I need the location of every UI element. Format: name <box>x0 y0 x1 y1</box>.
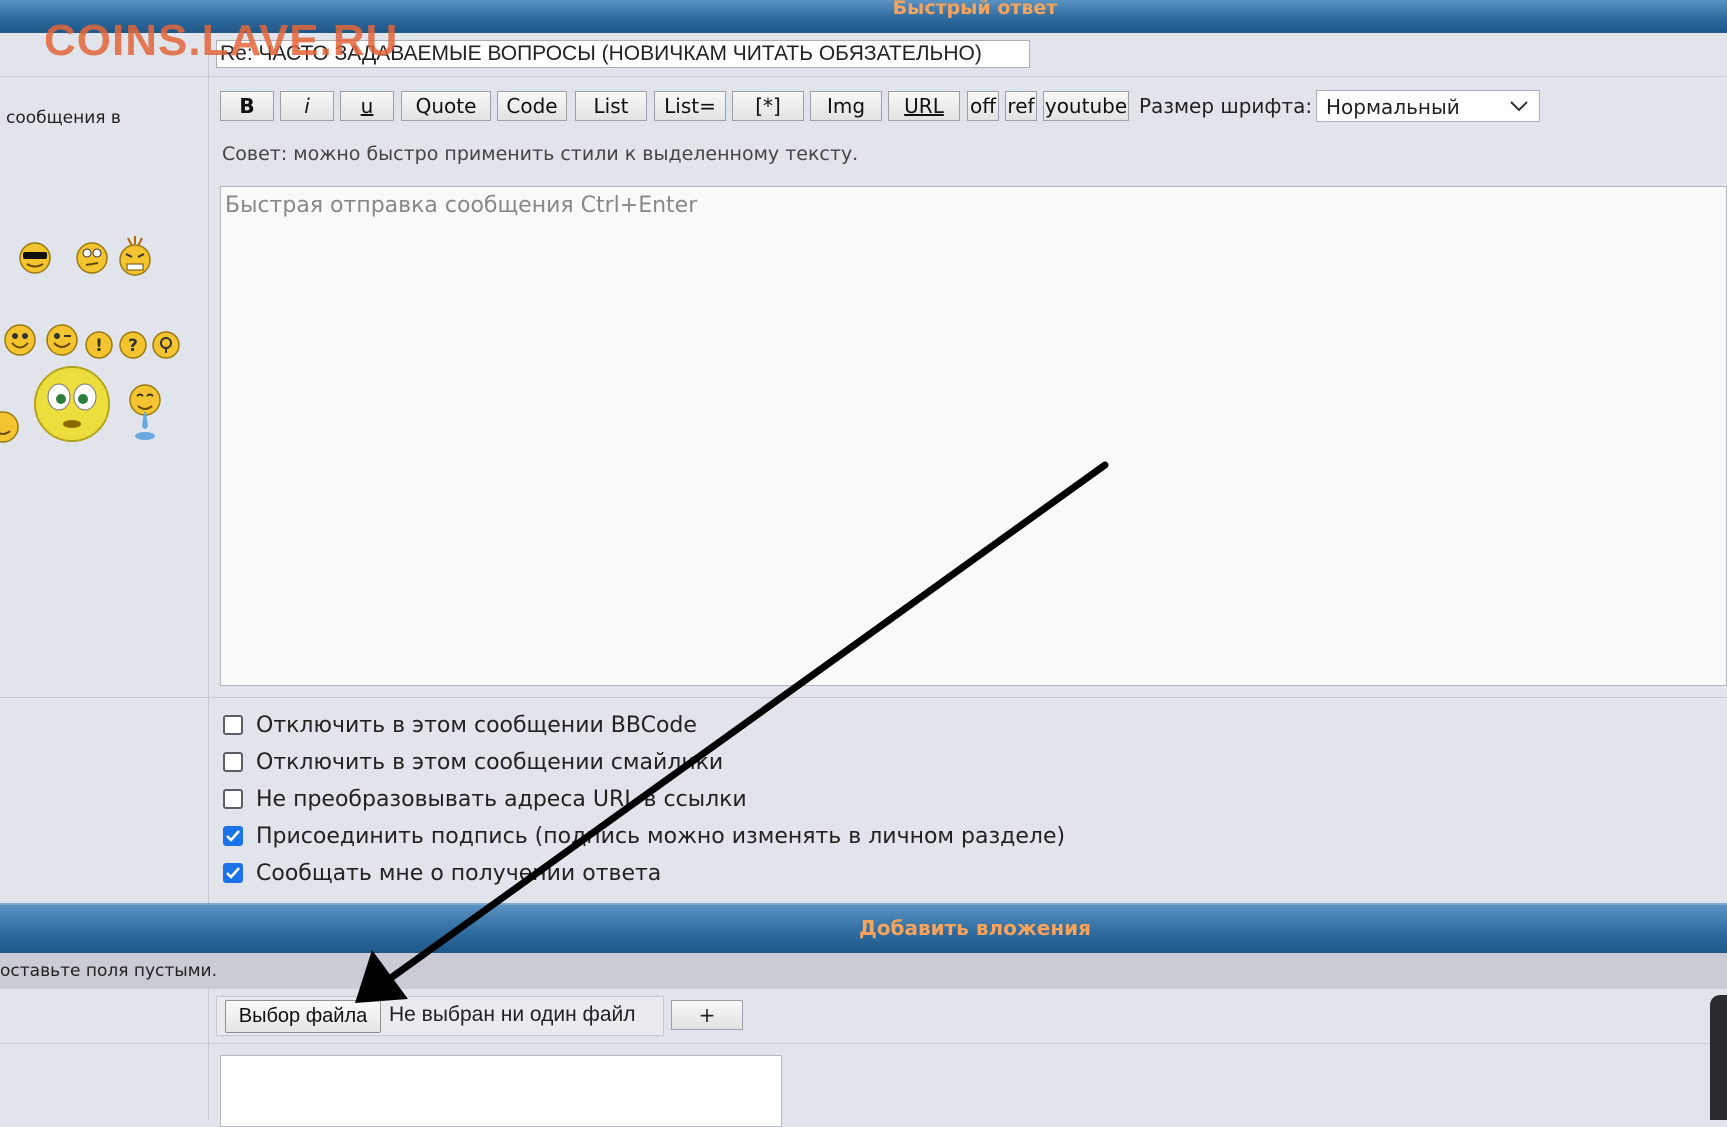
list-item-button[interactable]: [*] <box>732 91 804 121</box>
font-size-label: Размер шрифта: <box>1139 94 1313 118</box>
disable-smilies-option[interactable]: Отключить в этом сообщении смайлики <box>223 748 723 776</box>
italic-button[interactable]: i <box>280 91 334 121</box>
chevron-down-icon <box>1510 101 1528 112</box>
quote-button[interactable]: Quote <box>401 91 491 121</box>
code-button[interactable]: Code <box>497 91 567 121</box>
exclamation-smiley-icon[interactable]: ! <box>84 330 114 360</box>
svg-text:!: ! <box>95 336 103 356</box>
svg-text:?: ? <box>128 336 138 356</box>
checkmark-icon <box>226 867 240 879</box>
checkbox[interactable] <box>223 715 243 735</box>
cool-smiley-icon[interactable] <box>16 240 54 274</box>
formatting-tip: Совет: можно быстро применить стили к вы… <box>222 143 859 165</box>
list-ordered-button[interactable]: List= <box>654 91 726 121</box>
underline-button[interactable]: u <box>340 91 394 121</box>
attachments-hint-row <box>0 953 1727 989</box>
checkbox-checked[interactable] <box>223 826 243 846</box>
image-button[interactable]: Img <box>810 91 882 121</box>
disable-bbcode-option[interactable]: Отключить в этом сообщении BBCode <box>223 711 697 739</box>
notify-reply-option[interactable]: Сообщать мне о получении ответа <box>223 859 661 887</box>
shocked-big-smiley-icon[interactable] <box>32 364 112 444</box>
scrollbar-edge[interactable] <box>1710 995 1727 1120</box>
happy-smiley-icon[interactable] <box>2 322 38 358</box>
angry-smiley-icon[interactable] <box>116 234 154 278</box>
divider <box>0 76 1727 77</box>
bold-button[interactable]: B <box>220 91 274 121</box>
choose-file-button[interactable]: Выбор файла <box>225 1000 381 1033</box>
off-button[interactable]: off <box>967 91 999 121</box>
message-textarea[interactable]: Быстрая отправка сообщения Ctrl+Enter <box>220 186 1727 686</box>
attachments-title: Добавить вложения <box>858 916 1092 940</box>
option-label: Сообщать мне о получении ответа <box>256 860 662 886</box>
checkmark-icon <box>226 830 240 842</box>
wink-smiley-icon[interactable] <box>44 322 80 358</box>
divider <box>0 1043 1727 1044</box>
option-label: Не преобразовывать адреса URL в ссылки <box>256 786 747 812</box>
option-label: Отключить в этом сообщении BBCode <box>256 712 697 738</box>
url-button[interactable]: URL <box>888 91 960 121</box>
checkbox[interactable] <box>223 789 243 809</box>
attachment-comment-field[interactable] <box>220 1055 782 1127</box>
youtube-button[interactable]: youtube <box>1043 91 1129 121</box>
checkbox[interactable] <box>223 752 243 772</box>
watermark: COINS.LAVE.RU <box>44 16 399 65</box>
ref-button[interactable]: ref <box>1005 91 1037 121</box>
idea-smiley-icon[interactable] <box>151 330 181 360</box>
thinking-smiley-icon[interactable] <box>74 240 110 274</box>
file-status: Не выбран ни один файл <box>389 1003 636 1026</box>
left-panel-label: сообщения в <box>6 108 121 128</box>
font-size-value: Нормальный <box>1326 95 1460 119</box>
option-label: Отключить в этом сообщении смайлики <box>256 749 724 775</box>
option-label: Присоединить подпись (подпись можно изме… <box>256 823 1066 849</box>
font-size-select[interactable]: Нормальный <box>1316 90 1540 122</box>
attach-signature-option[interactable]: Присоединить подпись (подпись можно изме… <box>223 822 1065 850</box>
disable-url-parsing-option[interactable]: Не преобразовывать адреса URL в ссылки <box>223 785 747 813</box>
list-button[interactable]: List <box>575 91 647 121</box>
partial-smiley-icon[interactable] <box>0 410 20 444</box>
attachments-hint: оставьте поля пустыми. <box>0 961 218 981</box>
add-attachment-button[interactable]: + <box>671 1000 743 1030</box>
question-smiley-icon[interactable]: ? <box>118 330 148 360</box>
divider <box>0 697 1727 698</box>
drooling-smiley-icon[interactable] <box>126 382 164 444</box>
checkbox-checked[interactable] <box>223 863 243 883</box>
